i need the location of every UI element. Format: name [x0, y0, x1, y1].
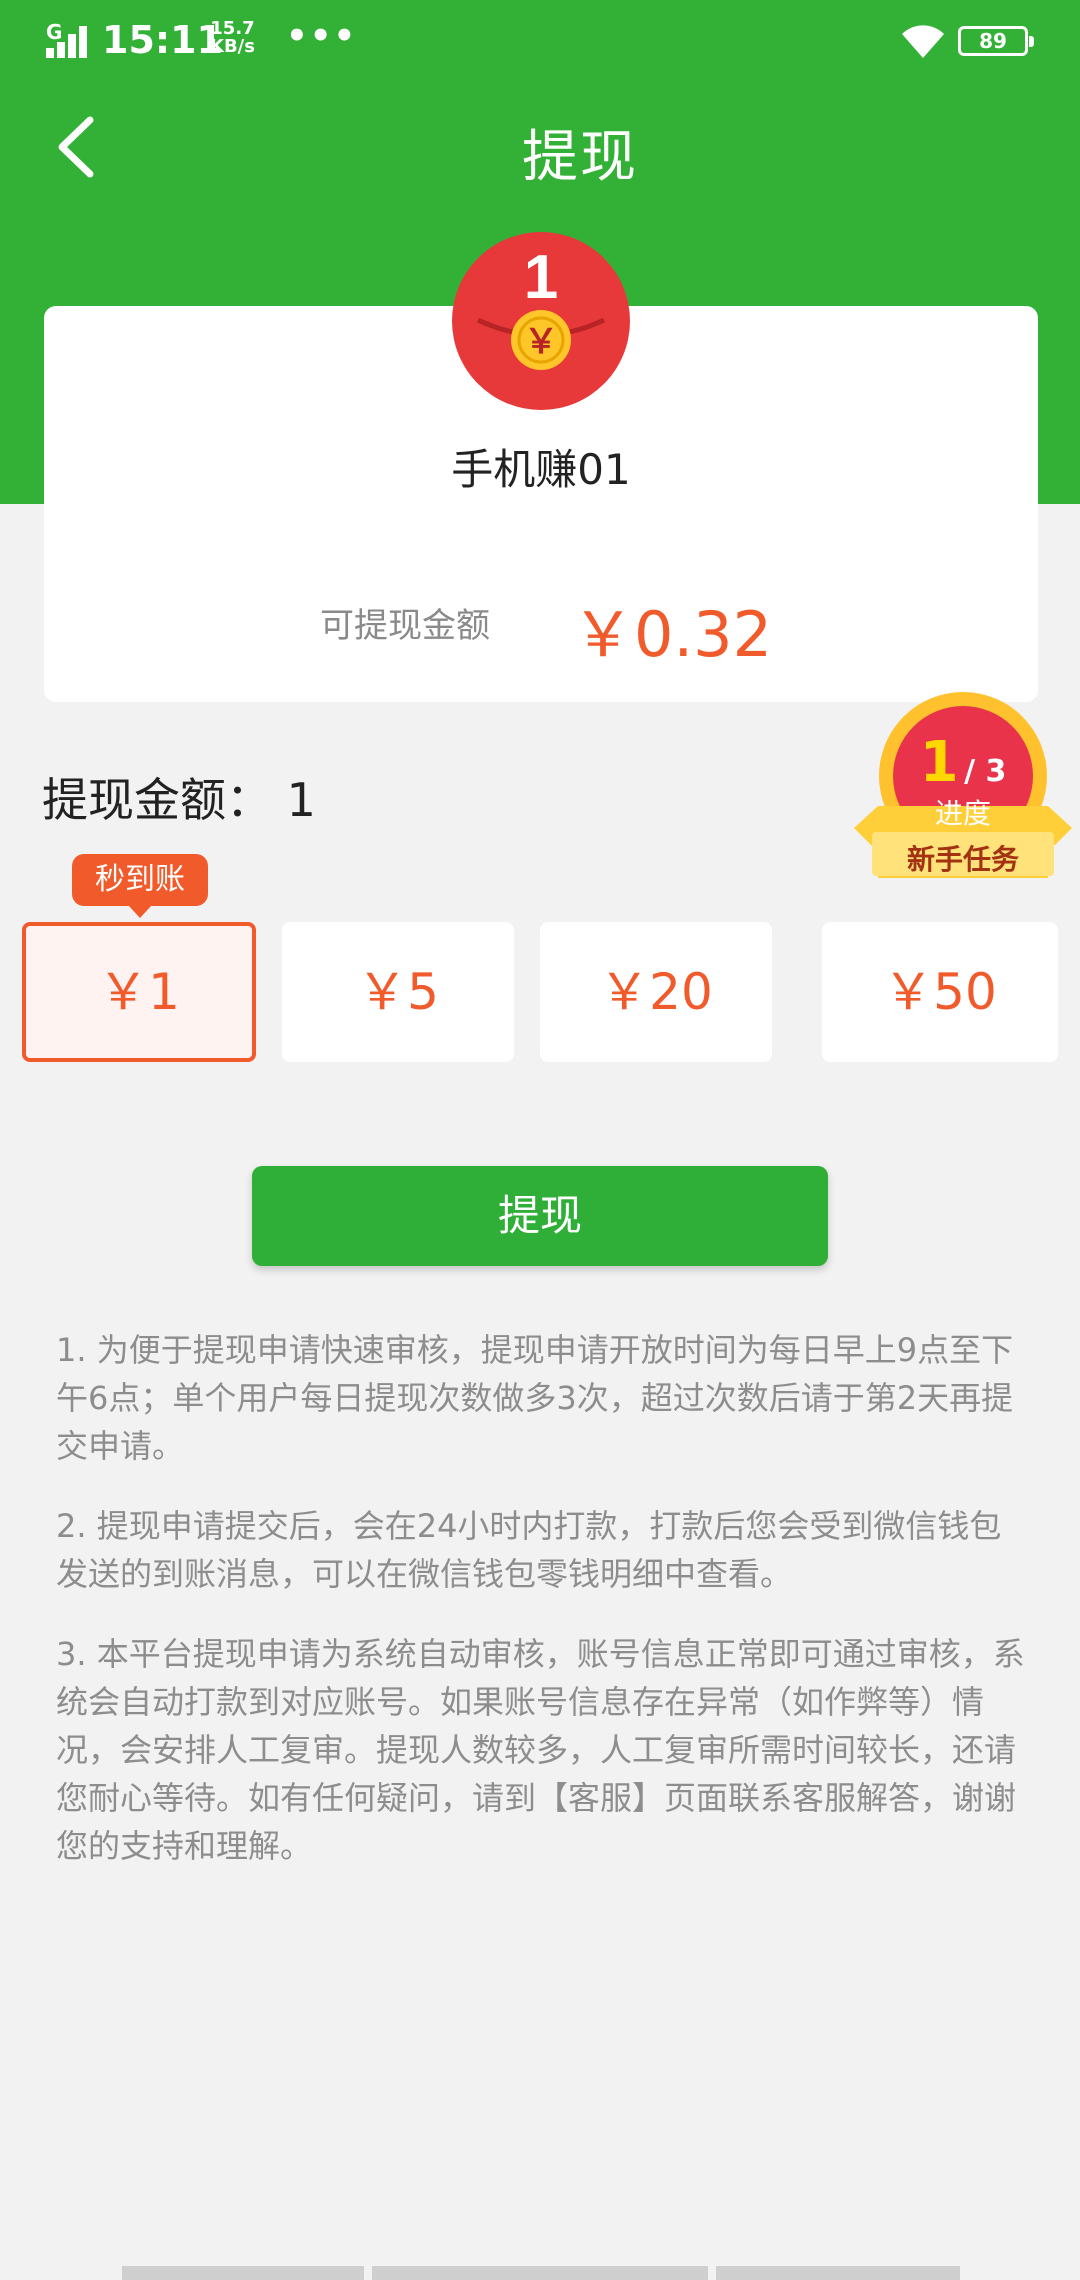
withdraw-amount-title: 提现金额： 1 — [42, 773, 316, 827]
status-bar: G 15:11 15.7 KB/s ••• 89 — [0, 0, 1080, 86]
instant-arrival-tag: 秒到账 — [72, 854, 208, 918]
withdraw-submit-button[interactable]: 提现 — [252, 1166, 828, 1266]
battery-icon: 89 — [958, 26, 1034, 56]
red-envelope-icon: 1 ￥ — [452, 232, 630, 410]
amount-option-50[interactable]: ￥50 — [822, 922, 1058, 1062]
note-item: 2. 提现申请提交后，会在24小时内打款，打款后您会受到微信钱包发送的到账消息，… — [56, 1507, 1002, 1593]
withdraw-notes: 1. 为便于提现申请快速审核，提现申请开放时间为每日早上9点至下午6点；单个用户… — [56, 1326, 1026, 1902]
balance-label: 可提现金额 — [320, 606, 490, 646]
withdraw-screen: G 15:11 15.7 KB/s ••• 89 提现 1 ￥ 手机赚01 可提… — [0, 0, 1080, 2280]
more-notifications-icon: ••• — [286, 16, 358, 56]
speed-unit: KB/s — [210, 36, 255, 57]
amount-option-20[interactable]: ￥20 — [540, 922, 772, 1062]
task-current: 1 — [919, 730, 959, 795]
task-ribbon-label: 新手任务 — [906, 843, 1019, 876]
task-progress-label: 进度 — [934, 797, 991, 830]
amount-option-1[interactable]: ￥1 — [22, 922, 256, 1062]
battery-level: 89 — [979, 29, 1007, 53]
note-item: 1. 为便于提现申请快速审核，提现申请开放时间为每日早上9点至下午6点；单个用户… — [56, 1331, 1014, 1465]
network-type: G — [46, 20, 63, 44]
svg-text:1: 1 — [524, 243, 558, 312]
amount-option-5[interactable]: ￥5 — [282, 922, 514, 1062]
page-title: 提现 — [522, 125, 638, 190]
task-progress: 1 / 3 — [848, 730, 1078, 795]
network-speed: 15.7 KB/s — [210, 20, 255, 56]
bottom-strip — [122, 2266, 364, 2280]
signal-icon: G — [46, 20, 90, 58]
svg-text:￥: ￥ — [524, 322, 558, 362]
bottom-strip — [372, 2266, 708, 2280]
status-time: 15:11 — [102, 18, 223, 62]
balance-value: ￥0.32 — [572, 598, 773, 671]
wifi-icon — [902, 25, 944, 58]
bottom-strip — [716, 2266, 960, 2280]
app-name: 手机赚01 — [451, 445, 631, 494]
note-item: 3. 本平台提现申请为系统自动审核，账号信息正常即可通过审核，系统会自动打款到对… — [56, 1635, 1025, 1865]
newbie-task-badge[interactable]: 1 / 3 进度 新手任务 — [848, 688, 1078, 888]
task-total: / 3 — [964, 754, 1007, 789]
